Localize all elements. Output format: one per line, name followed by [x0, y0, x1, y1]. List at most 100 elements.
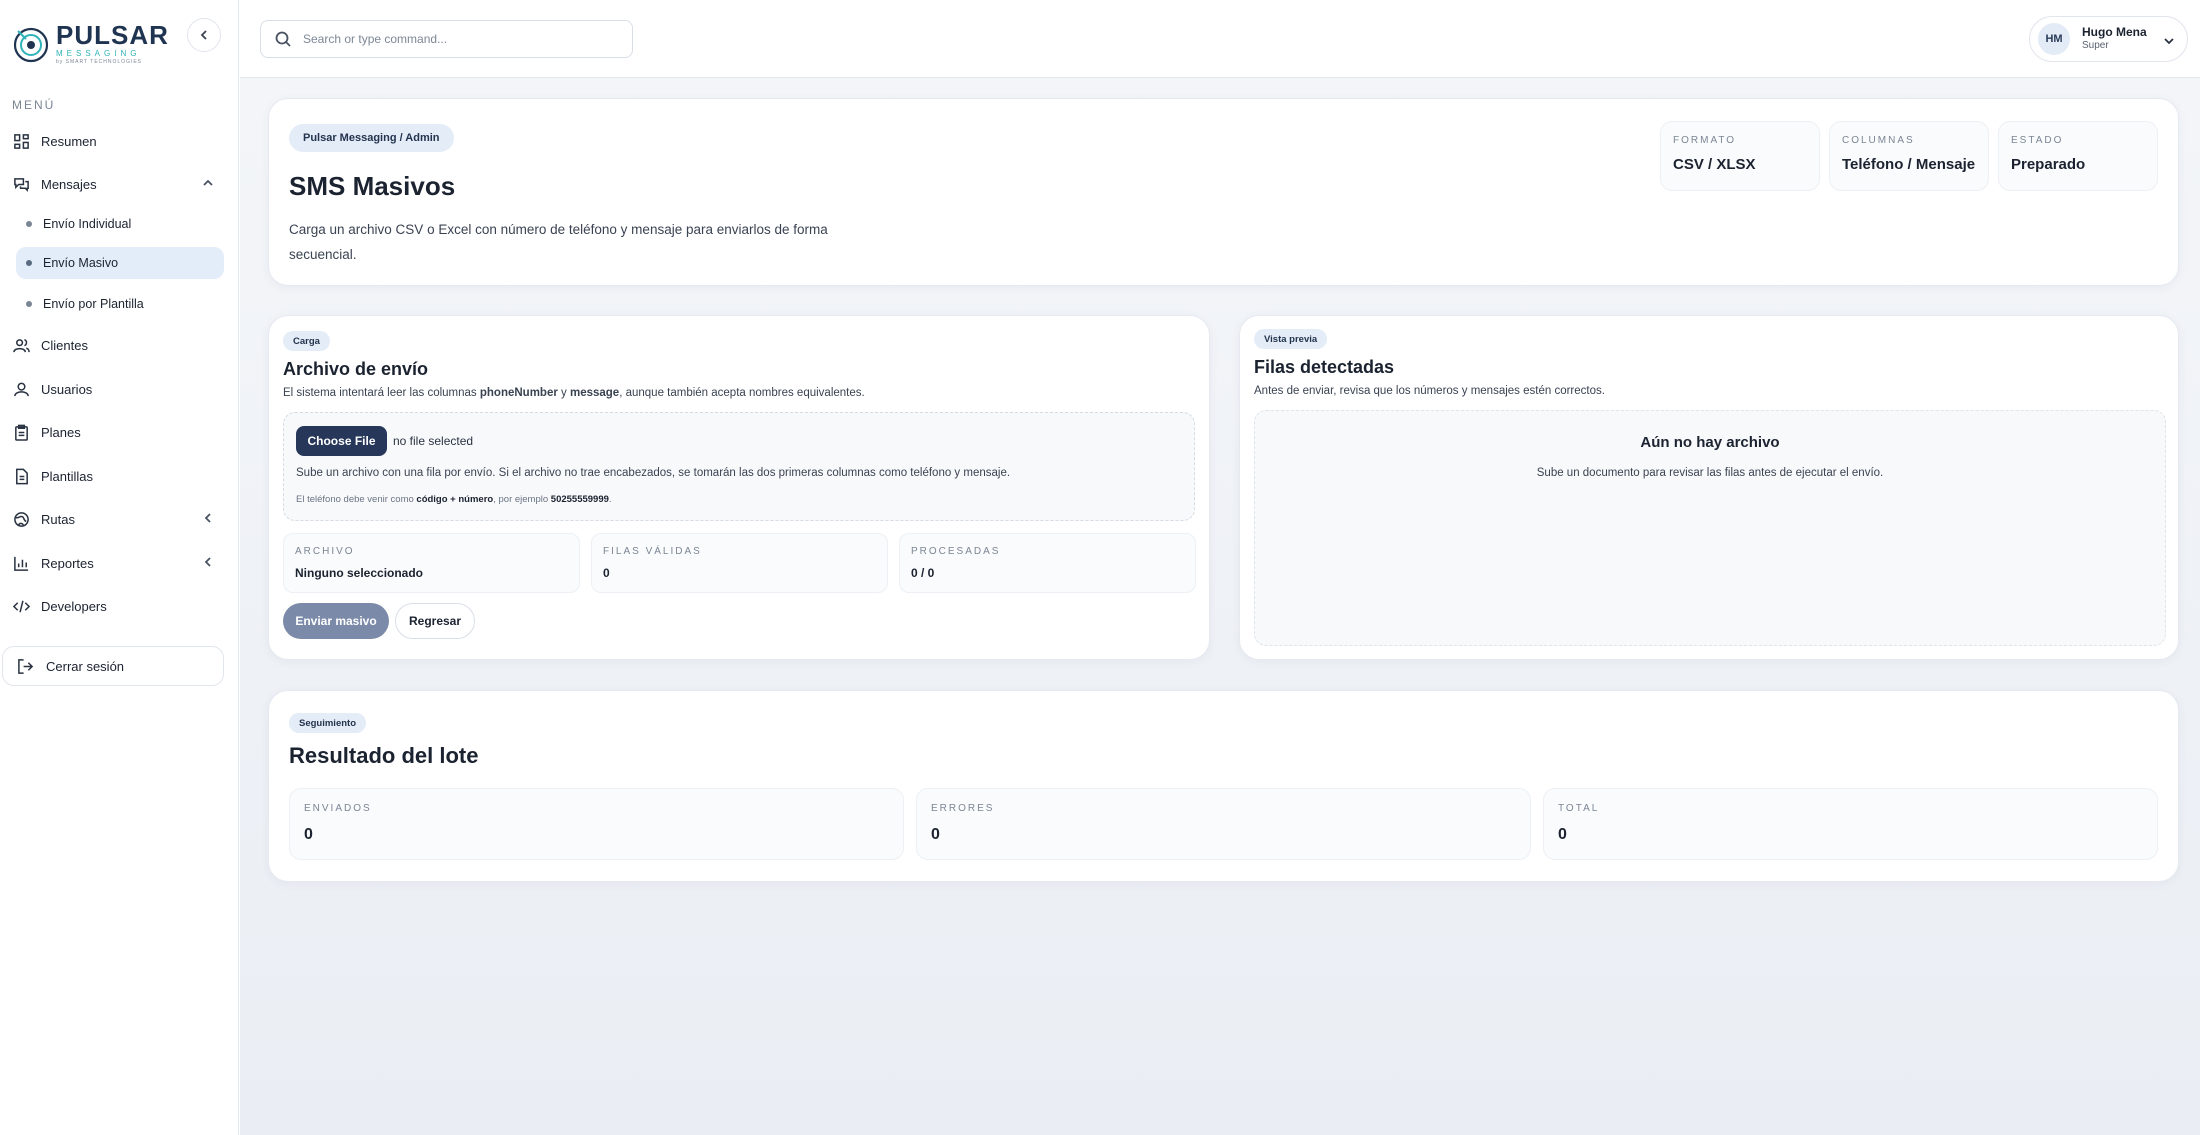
- hint-text: , por ejemplo: [493, 494, 551, 505]
- hint-bold: código + número: [416, 494, 494, 505]
- bullet-dot: [26, 260, 32, 266]
- result-label: ENVIADOS: [304, 803, 372, 814]
- chevron-left-icon: [202, 556, 214, 571]
- code-icon: [12, 597, 30, 615]
- sidebar-subitem-envio-masivo[interactable]: Envío Masivo: [16, 247, 224, 279]
- stat-value: CSV / XLSX: [1673, 156, 1756, 173]
- chevron-down-icon: [2163, 34, 2175, 52]
- breadcrumb[interactable]: Pulsar Messaging / Admin: [289, 124, 454, 152]
- brand-sub: MESSAGING: [56, 49, 141, 58]
- field-filas-validas: FILAS VÁLIDAS 0: [591, 533, 888, 593]
- sidebar-subitem-envio-individual[interactable]: Envío Individual: [16, 208, 224, 240]
- stat-columnas: COLUMNAS Teléfono / Mensaje: [1829, 121, 1989, 191]
- field-procesadas: PROCESADAS 0 / 0: [899, 533, 1196, 593]
- choose-file-button[interactable]: Choose File: [296, 426, 387, 456]
- description-line: Carga un archivo CSV o Excel con número …: [289, 222, 828, 237]
- file-status: no file selected: [393, 434, 474, 448]
- topbar: HM Hugo Mena Super: [240, 0, 2200, 78]
- brand-logo[interactable]: PULSAR MESSAGING by SMART TECHNOLOGIES: [12, 22, 169, 65]
- sidebar-item-plantillas[interactable]: Plantillas: [12, 461, 224, 491]
- stat-formato: FORMATO CSV / XLSX: [1660, 121, 1820, 191]
- sidebar-item-mensajes[interactable]: Mensajes: [12, 169, 224, 199]
- sidebar-item-developers[interactable]: Developers: [12, 591, 224, 621]
- sidebar-item-label: Developers: [41, 598, 107, 614]
- sidebar-item-rutas[interactable]: Rutas: [12, 504, 224, 534]
- sidebar-item-label: Planes: [41, 424, 81, 440]
- result-enviados: ENVIADOS 0: [289, 788, 904, 860]
- upload-card: Carga Archivo de envío El sistema intent…: [268, 315, 1210, 660]
- menu-label: MENÚ: [12, 98, 56, 112]
- empty-subtitle: Sube un documento para revisar las filas…: [1536, 467, 1884, 479]
- logout-button[interactable]: Cerrar sesión: [2, 646, 224, 686]
- user-name: Hugo Mena: [2082, 25, 2147, 40]
- description-line: secuencial.: [289, 247, 357, 262]
- bullet-dot: [26, 301, 32, 307]
- stat-label: COLUMNAS: [1842, 135, 1915, 146]
- desc-text: , aunque también acepta nombres equivale…: [619, 387, 865, 399]
- result-value: 0: [1558, 826, 1567, 843]
- result-total: TOTAL 0: [1543, 788, 2158, 860]
- preview-empty-state: Aún no hay archivo Sube un documento par…: [1254, 410, 2166, 646]
- column-message: message: [569, 387, 620, 399]
- hero-card: Pulsar Messaging / Admin SMS Masivos Car…: [268, 98, 2179, 286]
- result-title: Resultado del lote: [289, 743, 479, 768]
- sidebar-item-usuarios[interactable]: Usuarios: [12, 374, 224, 404]
- phone-format-hint: El teléfono debe venir como código + núm…: [296, 494, 612, 505]
- user-role: Super: [2082, 40, 2109, 52]
- upload-title: Archivo de envío: [283, 359, 429, 379]
- result-errores: ERRORES 0: [916, 788, 1531, 860]
- grid-icon: [12, 132, 30, 150]
- back-button[interactable]: Regresar: [395, 603, 475, 639]
- sidebar-subitem-envio-plantilla[interactable]: Envío por Plantilla: [16, 288, 224, 320]
- users-icon: [12, 336, 30, 354]
- column-phone: phoneNumber: [479, 387, 558, 399]
- result-label: ERRORES: [931, 803, 995, 814]
- brand-sub2: by SMART TECHNOLOGIES: [56, 59, 143, 65]
- sidebar-item-label: Mensajes: [41, 176, 97, 192]
- result-tag: Seguimiento: [289, 713, 367, 733]
- preview-card: Vista previa Filas detectadas Antes de e…: [1239, 315, 2179, 660]
- sidebar-item-planes[interactable]: Planes: [12, 417, 224, 447]
- stat-estado: ESTADO Preparado: [1998, 121, 2158, 191]
- search-box[interactable]: [260, 20, 633, 58]
- pulsar-logo-icon: [13, 27, 49, 62]
- stat-label: FORMATO: [1673, 135, 1737, 146]
- result-value: 0: [304, 826, 313, 843]
- send-bulk-button[interactable]: Enviar masivo: [283, 603, 389, 639]
- sidebar-item-clientes[interactable]: Clientes: [12, 330, 224, 360]
- page-title: SMS Masivos: [289, 171, 456, 201]
- logout-label: Cerrar sesión: [46, 658, 125, 674]
- hint-text: .: [608, 494, 612, 505]
- messages-icon: [12, 175, 30, 193]
- empty-title: Aún no hay archivo: [1640, 434, 1780, 451]
- document-icon: [12, 467, 30, 485]
- result-value: 0: [931, 826, 940, 843]
- user-menu[interactable]: HM Hugo Mena Super: [2029, 16, 2188, 62]
- bar-chart-icon: [12, 554, 30, 572]
- field-value: 0 / 0: [911, 566, 935, 580]
- stat-label: ESTADO: [2011, 135, 2064, 146]
- result-card: Seguimiento Resultado del lote ENVIADOS …: [268, 690, 2179, 882]
- subitem-label: Envío Masivo: [43, 256, 119, 270]
- chevron-up-icon: [202, 177, 214, 192]
- sidebar-item-reportes[interactable]: Reportes: [12, 548, 224, 578]
- chevron-left-icon: [202, 512, 214, 527]
- field-archivo: ARCHIVO Ninguno seleccionado: [283, 533, 580, 593]
- subitem-label: Envío Individual: [43, 217, 132, 231]
- logout-icon: [18, 658, 34, 674]
- sidebar-item-resumen[interactable]: Resumen: [12, 126, 224, 156]
- search-input[interactable]: [303, 32, 623, 46]
- hint-example: 50255559999: [550, 494, 609, 505]
- preview-tag: Vista previa: [1254, 329, 1328, 349]
- field-value: 0: [603, 566, 610, 580]
- collapse-sidebar-button[interactable]: [187, 18, 221, 52]
- search-icon: [275, 31, 291, 47]
- field-label: ARCHIVO: [295, 546, 355, 557]
- file-dropzone[interactable]: Choose File no file selected Sube un arc…: [283, 412, 1195, 521]
- sidebar: PULSAR MESSAGING by SMART TECHNOLOGIES M…: [0, 0, 239, 1135]
- stat-value: Teléfono / Mensaje: [1842, 156, 1976, 173]
- globe-icon: [12, 510, 30, 528]
- upload-description: El sistema intentará leer las columnas p…: [283, 387, 865, 399]
- chevron-left-icon: [200, 30, 207, 40]
- sidebar-item-label: Resumen: [41, 133, 97, 149]
